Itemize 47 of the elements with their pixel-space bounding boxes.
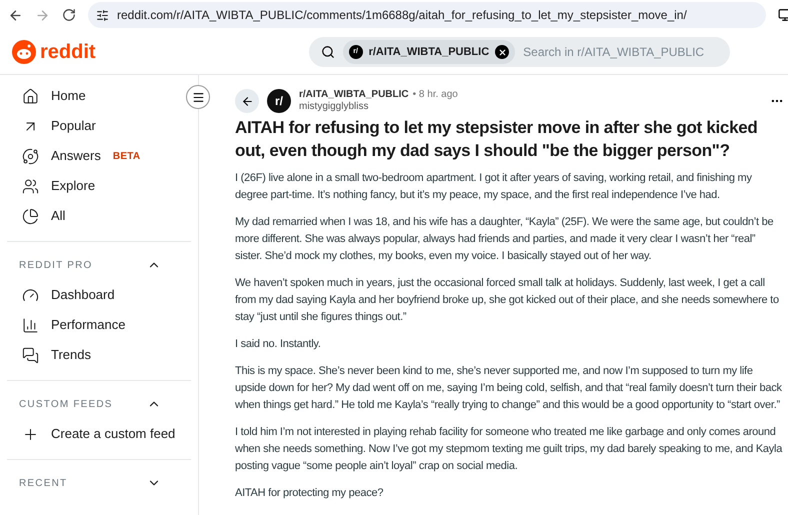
home-icon: [22, 88, 39, 104]
sidebar-item[interactable]: Explore: [0, 171, 198, 201]
sidebar-item[interactable]: Performance: [0, 310, 198, 340]
search-icon: [320, 45, 335, 59]
reload-icon[interactable]: [62, 8, 76, 22]
post-time: • 8 hr. ago: [412, 89, 458, 101]
author-link[interactable]: mistygigglybliss: [299, 101, 762, 113]
sidebar-item[interactable]: Dashboard: [0, 280, 198, 310]
search-input[interactable]: Search in r/AITA_WIBTA_PUBLIC: [523, 43, 718, 61]
close-icon[interactable]: [495, 45, 510, 59]
orbit-icon: [22, 148, 39, 164]
sidebar-item[interactable]: Popular: [0, 111, 198, 141]
address-bar[interactable]: reddit.com/r/AITA_WIBTA_PUBLIC/comments/1m6688g/aitah_for_refusing_to_let_my_stepsister_move_in/: [88, 2, 766, 28]
back-arrow-icon: [240, 94, 254, 108]
beta-label: BETA: [112, 150, 140, 164]
post-paragraph: AITAH for protecting my peace?: [235, 486, 384, 501]
x-icon: [498, 48, 507, 56]
gauge-icon: [22, 286, 39, 304]
alien-icon: [12, 40, 36, 64]
sidebar-item[interactable]: Trends: [0, 340, 198, 370]
post-paragraph: I (26F) live alone in a small two-bedroom apartment. I got it after years of saving, working retail, and finishing my degree part-time. It’s nothing fancy, but it’s my peace, my space, and the first real independence I’ve had.: [235, 171, 753, 203]
post-title: AITAH for refusing to let my stepsister move in after she got kicked out, even though my dad says I should "be the bigger person"?: [235, 117, 758, 162]
back-button[interactable]: [235, 89, 259, 113]
menu-icon: [192, 90, 204, 104]
subreddit-avatar[interactable]: r/: [267, 89, 291, 113]
site-settings-icon[interactable]: [96, 8, 109, 22]
section-header[interactable]: REDDIT PRO: [7, 250, 191, 280]
sidebar-item[interactable]: Answers BETA: [0, 141, 198, 171]
post-paragraph: We haven’t spoken much in years, just the occasional forced small talk at holidays. Suddenly, last week, I get a call from my dad saying Kayla and her boyfriend broke up, she got kicked out of their place, and she needs somewhere to stay “just until she figures things out.”: [235, 276, 780, 325]
people-icon: [22, 178, 39, 194]
monitor-icon[interactable]: [778, 8, 788, 22]
post-paragraph: I said no. Instantly.: [235, 337, 322, 352]
sidebar-item[interactable]: Create a custom feed: [0, 419, 198, 449]
chat-icon: [22, 346, 39, 364]
menu-button[interactable]: [186, 85, 210, 109]
post-paragraph: My dad remarried when I was 18, and his wife has a daughter, “Kayla” (25F). We were the same age, but couldn’t be more different. She was always popular, always had friends and parties, and made it very clear I wasn’t her “real” sister. She’d mock my clothes, my books, even my voice. I basically stayed out of her way.: [235, 215, 774, 264]
post-paragraph: I told him I’m not interested in playing rehab facility for someone who treated me like garbage and only comes around when she needs something. Now I’ve got my stepmom texting me guilt trips, my dad barely speaking to me, and Kayla posting vague “some people ain’t loyal” crap on social media.: [235, 425, 784, 474]
post-paragraph: This is my space. She’s never been kind to me, she’s never supported me, and now I’m supposed to turn my life upside down for her? My dad went off on me, saying I’m being cold, selfish, and that “real family doesn’t turn their back when things get hard.” He told me Kayla’s “really trying to change” and this would be a good opportunity to “start over.”: [235, 364, 783, 413]
chart-icon: [22, 208, 39, 224]
section-header[interactable]: CUSTOM FEEDS: [7, 389, 191, 419]
back-icon[interactable]: [8, 8, 23, 22]
bar-chart-icon: [22, 316, 39, 334]
url-text: reddit.com/r/AITA_WIBTA_PUBLIC/comments/1m6688g/aitah_for_refusing_to_let_my_stepsister_move_in/: [117, 7, 687, 24]
sidebar-item[interactable]: Home: [0, 81, 198, 111]
section-header[interactable]: RECENT: [7, 468, 191, 498]
sidebar-item[interactable]: All: [0, 201, 198, 231]
subreddit-link[interactable]: r/AITA_WIBTA_PUBLIC: [299, 89, 409, 101]
